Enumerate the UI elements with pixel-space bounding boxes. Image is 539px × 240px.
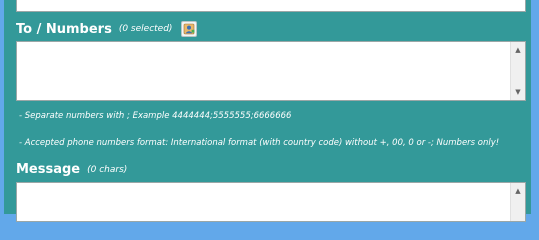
separator-hint: - Separate numbers with ; Example 444444…	[19, 111, 292, 121]
scroll-up-arrow[interactable]: ▲	[511, 43, 525, 57]
to-numbers-label-row: To / Numbers (0 selected)	[16, 21, 198, 37]
message-textarea[interactable]: ▲	[16, 182, 526, 222]
numbers-scrollbar[interactable]: ▲ ▼	[510, 42, 525, 100]
sms-form-panel: To / Numbers (0 selected) ▲ ▼ - Separate…	[4, 0, 531, 222]
numbers-textarea[interactable]: ▲ ▼	[16, 41, 526, 101]
to-numbers-label: To / Numbers	[16, 21, 112, 37]
contacts-book-icon	[184, 23, 195, 35]
message-label-row: Message (0 chars)	[16, 162, 127, 177]
format-hint: - Accepted phone numbers format: Interna…	[19, 138, 500, 148]
message-label: Message	[16, 162, 81, 177]
char-count: (0 chars)	[87, 164, 128, 175]
previous-field[interactable]	[16, 0, 526, 12]
scroll-down-arrow[interactable]: ▼	[511, 85, 525, 99]
contacts-book-button[interactable]	[181, 21, 198, 37]
message-scrollbar[interactable]: ▲	[510, 183, 525, 221]
selected-count: (0 selected)	[118, 24, 173, 34]
message-scroll-up-arrow[interactable]: ▲	[511, 184, 525, 198]
